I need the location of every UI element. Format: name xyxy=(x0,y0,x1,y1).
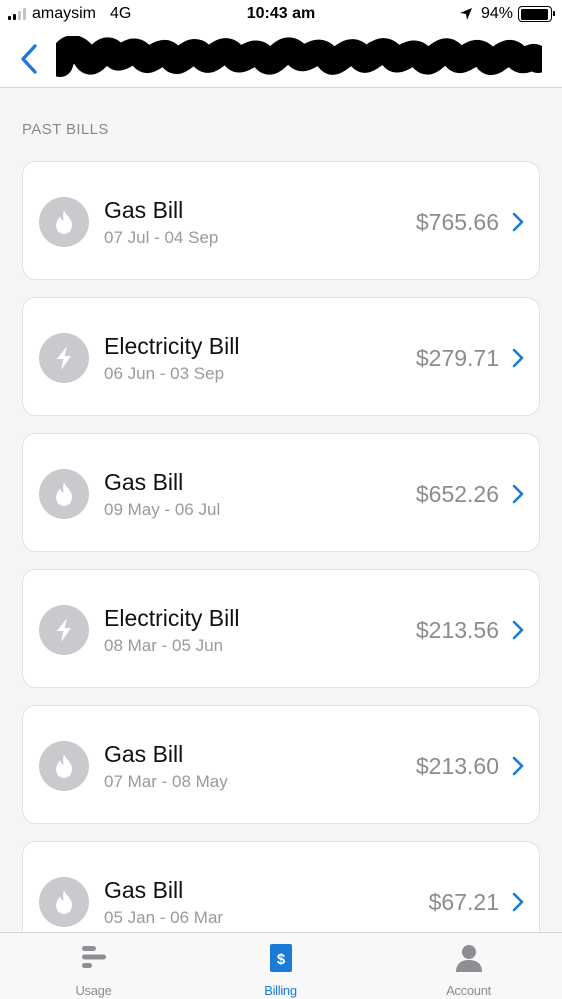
tab-account-label: Account xyxy=(446,983,491,998)
chevron-right-icon xyxy=(512,212,524,232)
bill-list: Gas Bill 07 Jul - 04 Sep $765.66 Electri… xyxy=(22,161,540,977)
bill-amount: $213.60 xyxy=(415,753,499,779)
tab-billing-label: Billing xyxy=(264,983,297,998)
lightning-icon xyxy=(39,333,89,383)
bill-card[interactable]: Gas Bill 09 May - 06 Jul $652.26 xyxy=(22,433,540,552)
battery-percent: 94% xyxy=(480,5,513,22)
bill-title: Gas Bill xyxy=(104,877,184,903)
battery-icon xyxy=(518,6,555,22)
chevron-right-icon xyxy=(512,484,524,504)
chevron-right-icon xyxy=(512,348,524,368)
billing-icon: $ xyxy=(269,944,292,972)
bill-title: Gas Bill xyxy=(104,741,184,767)
bill-dates: 07 Jul - 04 Sep xyxy=(104,228,219,247)
tab-usage-label: Usage xyxy=(75,983,112,998)
section-header: PAST BILLS xyxy=(22,121,109,138)
status-bar: amaysim 4G 10:43 am 94% xyxy=(0,0,562,30)
bill-card[interactable]: Electricity Bill 06 Jun - 03 Sep $279.71 xyxy=(22,297,540,416)
bill-dates: 05 Jan - 06 Mar xyxy=(104,908,224,927)
tab-bar: Usage $ Billing Account xyxy=(0,932,562,999)
flame-icon xyxy=(39,469,89,519)
location-arrow-icon xyxy=(459,8,472,20)
tab-usage[interactable]: Usage xyxy=(0,933,187,999)
chevron-right-icon xyxy=(512,892,524,912)
bill-title: Electricity Bill xyxy=(104,333,240,359)
bill-dates: 07 Mar - 08 May xyxy=(104,772,228,791)
chevron-right-icon xyxy=(512,756,524,776)
account-icon xyxy=(455,945,482,972)
lightning-icon xyxy=(39,605,89,655)
bill-card[interactable]: Electricity Bill 08 Mar - 05 Jun $213.56 xyxy=(22,569,540,688)
nav-bar xyxy=(0,30,562,88)
chevron-right-icon xyxy=(512,620,524,640)
bill-title: Gas Bill xyxy=(104,469,184,495)
bill-title: Electricity Bill xyxy=(104,605,240,631)
tab-account[interactable]: Account xyxy=(375,933,562,999)
usage-icon xyxy=(81,946,106,968)
bill-title: Gas Bill xyxy=(104,197,184,223)
flame-icon xyxy=(39,877,89,927)
redacted-title-scribble xyxy=(56,36,542,77)
flame-icon xyxy=(39,197,89,247)
bill-amount: $652.26 xyxy=(415,481,499,507)
chevron-left-icon[interactable] xyxy=(14,42,44,76)
bill-dates: 09 May - 06 Jul xyxy=(104,500,221,519)
flame-icon xyxy=(39,741,89,791)
bill-amount: $213.56 xyxy=(415,617,499,643)
bill-card[interactable]: Gas Bill 07 Jul - 04 Sep $765.66 xyxy=(22,161,540,280)
bill-dates: 08 Mar - 05 Jun xyxy=(104,636,224,655)
status-right: 94% xyxy=(459,5,555,23)
bill-amount: $279.71 xyxy=(415,345,499,371)
bill-amount: $765.66 xyxy=(415,209,499,235)
battery-fill xyxy=(520,8,548,20)
bill-card[interactable]: Gas Bill 07 Mar - 08 May $213.60 xyxy=(22,705,540,824)
bill-amount: $67.21 xyxy=(428,889,499,915)
bill-dates: 06 Jun - 03 Sep xyxy=(104,364,225,383)
tab-billing[interactable]: $ Billing xyxy=(187,933,374,999)
svg-text:$: $ xyxy=(276,951,285,968)
